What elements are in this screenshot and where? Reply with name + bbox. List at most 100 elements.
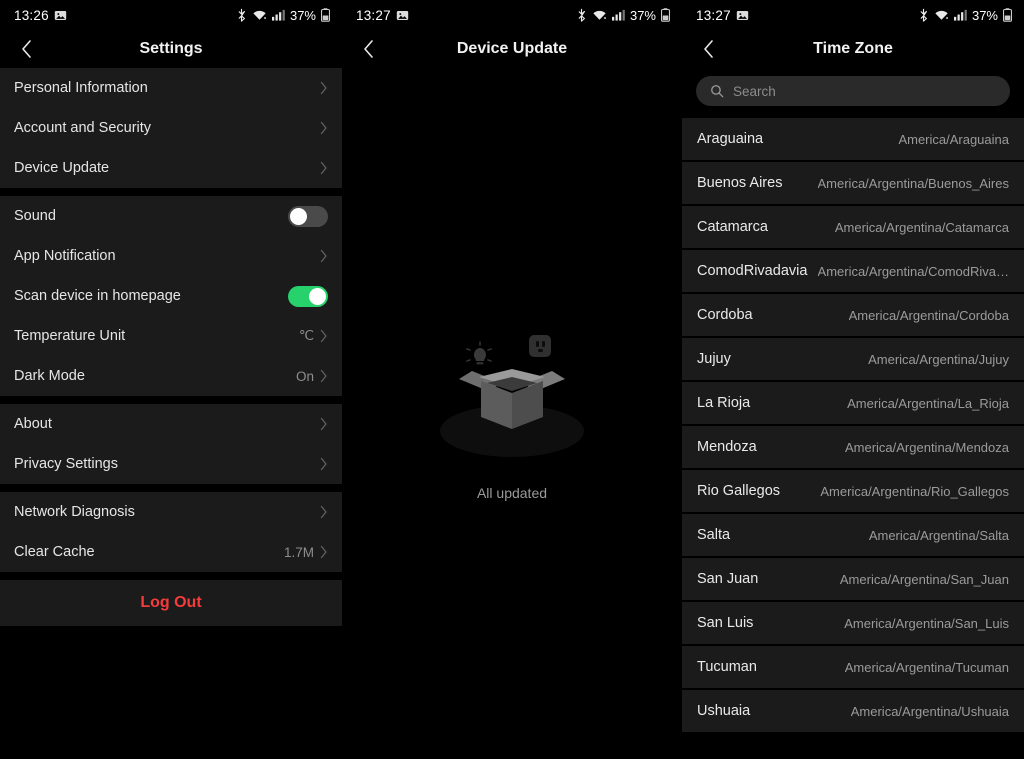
search-container <box>682 68 1024 118</box>
settings-row-about[interactable]: About <box>0 404 342 444</box>
status-time: 13:26 <box>14 7 49 23</box>
status-bar-time-zone: 13:27 37% <box>682 0 1024 30</box>
chevron-left-icon <box>702 39 715 59</box>
wifi-icon <box>934 9 949 22</box>
timezone-row[interactable]: San Juan America/Argentina/San_Juan <box>682 558 1024 602</box>
timezone-row[interactable]: Jujuy America/Argentina/Jujuy <box>682 338 1024 382</box>
timezone-list[interactable]: Araguaina America/Araguaina Buenos Aires… <box>682 118 1024 734</box>
settings-row-clear-cache[interactable]: Clear Cache 1.7M <box>0 532 342 572</box>
row-label: Sound <box>14 208 56 224</box>
timezone-name: Salta <box>697 527 731 543</box>
timezone-id: America/Argentina/Catamarca <box>834 219 1009 235</box>
toggle-knob <box>309 287 326 305</box>
settings-row-network-diagnosis[interactable]: Network Diagnosis <box>0 492 342 532</box>
toggle-knob <box>290 207 307 225</box>
row-label: About <box>14 416 52 432</box>
row-label: Privacy Settings <box>14 456 118 472</box>
timezone-row[interactable]: ComodRivadavia America/Argentina/ComodRi… <box>682 250 1024 294</box>
bluetooth-icon <box>576 8 587 22</box>
nav-bar-device-update: Device Update <box>342 30 682 68</box>
panel-settings: 13:26 37% Settings Personal Information … <box>0 0 342 759</box>
row-label: Temperature Unit <box>14 328 126 344</box>
three-panel-screenshot: 13:26 37% Settings Personal Information … <box>0 0 1024 759</box>
chevron-right-icon <box>320 545 328 559</box>
settings-row-sound[interactable]: Sound <box>0 196 342 236</box>
timezone-row[interactable]: San Luis America/Argentina/San_Luis <box>682 602 1024 646</box>
settings-row-temperature-unit[interactable]: Temperature Unit ℃ <box>0 316 342 356</box>
image-icon <box>396 9 409 22</box>
nav-bar-time-zone: Time Zone <box>682 30 1024 68</box>
timezone-row[interactable]: Cordoba America/Argentina/Cordoba <box>682 294 1024 338</box>
logout-button[interactable]: Log Out <box>0 580 342 626</box>
row-label: Account and Security <box>14 120 152 136</box>
chevron-right-icon <box>320 369 328 383</box>
search-bar[interactable] <box>696 76 1010 106</box>
timezone-row[interactable]: Ushuaia America/Argentina/Ushuaia <box>682 690 1024 734</box>
timezone-name: La Rioja <box>697 395 751 411</box>
row-label: Personal Information <box>14 80 148 96</box>
sound-toggle[interactable] <box>288 205 328 227</box>
settings-row-scan-device-in-homepage[interactable]: Scan device in homepage <box>0 276 342 316</box>
chevron-right-icon <box>320 81 328 95</box>
back-button-time-zone[interactable] <box>694 35 722 63</box>
empty-state-label: All updated <box>476 484 548 501</box>
search-input[interactable] <box>733 83 996 99</box>
timezone-name: Mendoza <box>697 439 757 455</box>
bulb-icon <box>466 340 492 364</box>
empty-state-all-updated: All updated <box>342 68 682 759</box>
chevron-left-icon <box>20 39 33 59</box>
settings-row-personal-information[interactable]: Personal Information <box>0 68 342 108</box>
timezone-row[interactable]: Buenos Aires America/Argentina/Buenos_Ai… <box>682 162 1024 206</box>
image-icon <box>736 9 749 22</box>
timezone-id: America/Argentina/Rio_Gallegos <box>820 483 1009 499</box>
logout-label: Log Out <box>140 594 202 611</box>
empty-state-illustration <box>417 327 607 467</box>
settings-row-account-and-security[interactable]: Account and Security <box>0 108 342 148</box>
timezone-id: America/Argentina/ComodRiva… <box>817 263 1009 279</box>
scan-device-toggle[interactable] <box>288 285 328 307</box>
timezone-id: America/Argentina/La_Rioja <box>847 395 1009 411</box>
page-title-device-update: Device Update <box>456 40 568 57</box>
chevron-right-icon <box>320 457 328 471</box>
timezone-id: America/Argentina/Buenos_Aires <box>817 175 1010 191</box>
timezone-name: Araguaina <box>697 131 764 147</box>
timezone-row[interactable]: Rio Gallegos America/Argentina/Rio_Galle… <box>682 470 1024 514</box>
search-icon <box>710 84 724 98</box>
timezone-row[interactable]: Araguaina America/Araguaina <box>682 118 1024 162</box>
battery-percent-label: 37% <box>629 7 656 23</box>
power-outlet-icon <box>529 334 551 357</box>
timezone-name: ComodRivadavia <box>697 263 808 279</box>
back-button-settings[interactable] <box>12 35 40 63</box>
settings-group-info: About Privacy Settings <box>0 404 342 484</box>
timezone-id: America/Argentina/Ushuaia <box>850 703 1009 719</box>
timezone-id: America/Argentina/Mendoza <box>844 439 1009 455</box>
settings-group-maintenance: Network Diagnosis Clear Cache 1.7M <box>0 492 342 572</box>
settings-row-dark-mode[interactable]: Dark Mode On <box>0 356 342 396</box>
settings-row-app-notification[interactable]: App Notification <box>0 236 342 276</box>
page-title-time-zone: Time Zone <box>813 40 893 57</box>
settings-row-privacy-settings[interactable]: Privacy Settings <box>0 444 342 484</box>
nav-bar-settings: Settings <box>0 30 342 68</box>
settings-row-device-update[interactable]: Device Update <box>0 148 342 188</box>
chevron-right-icon <box>320 161 328 175</box>
back-button-device-update[interactable] <box>354 35 382 63</box>
timezone-row[interactable]: Salta America/Argentina/Salta <box>682 514 1024 558</box>
bluetooth-icon <box>236 8 247 22</box>
timezone-row[interactable]: Catamarca America/Argentina/Catamarca <box>682 206 1024 250</box>
timezone-name: Buenos Aires <box>697 175 783 191</box>
battery-icon <box>321 8 330 22</box>
timezone-row[interactable]: La Rioja America/Argentina/La_Rioja <box>682 382 1024 426</box>
timezone-name: San Juan <box>697 571 759 587</box>
timezone-row[interactable]: Tucuman America/Argentina/Tucuman <box>682 646 1024 690</box>
timezone-id: America/Argentina/Tucuman <box>844 659 1009 675</box>
timezone-id: America/Argentina/San_Luis <box>844 615 1009 631</box>
chevron-right-icon <box>320 121 328 135</box>
row-label: App Notification <box>14 248 116 264</box>
timezone-row[interactable]: Mendoza America/Argentina/Mendoza <box>682 426 1024 470</box>
timezone-name: Catamarca <box>697 219 768 235</box>
status-time: 13:27 <box>696 7 731 23</box>
row-label: Dark Mode <box>14 368 85 384</box>
timezone-name: San Luis <box>697 615 754 631</box>
timezone-name: Cordoba <box>697 307 753 323</box>
bluetooth-icon <box>918 8 929 22</box>
